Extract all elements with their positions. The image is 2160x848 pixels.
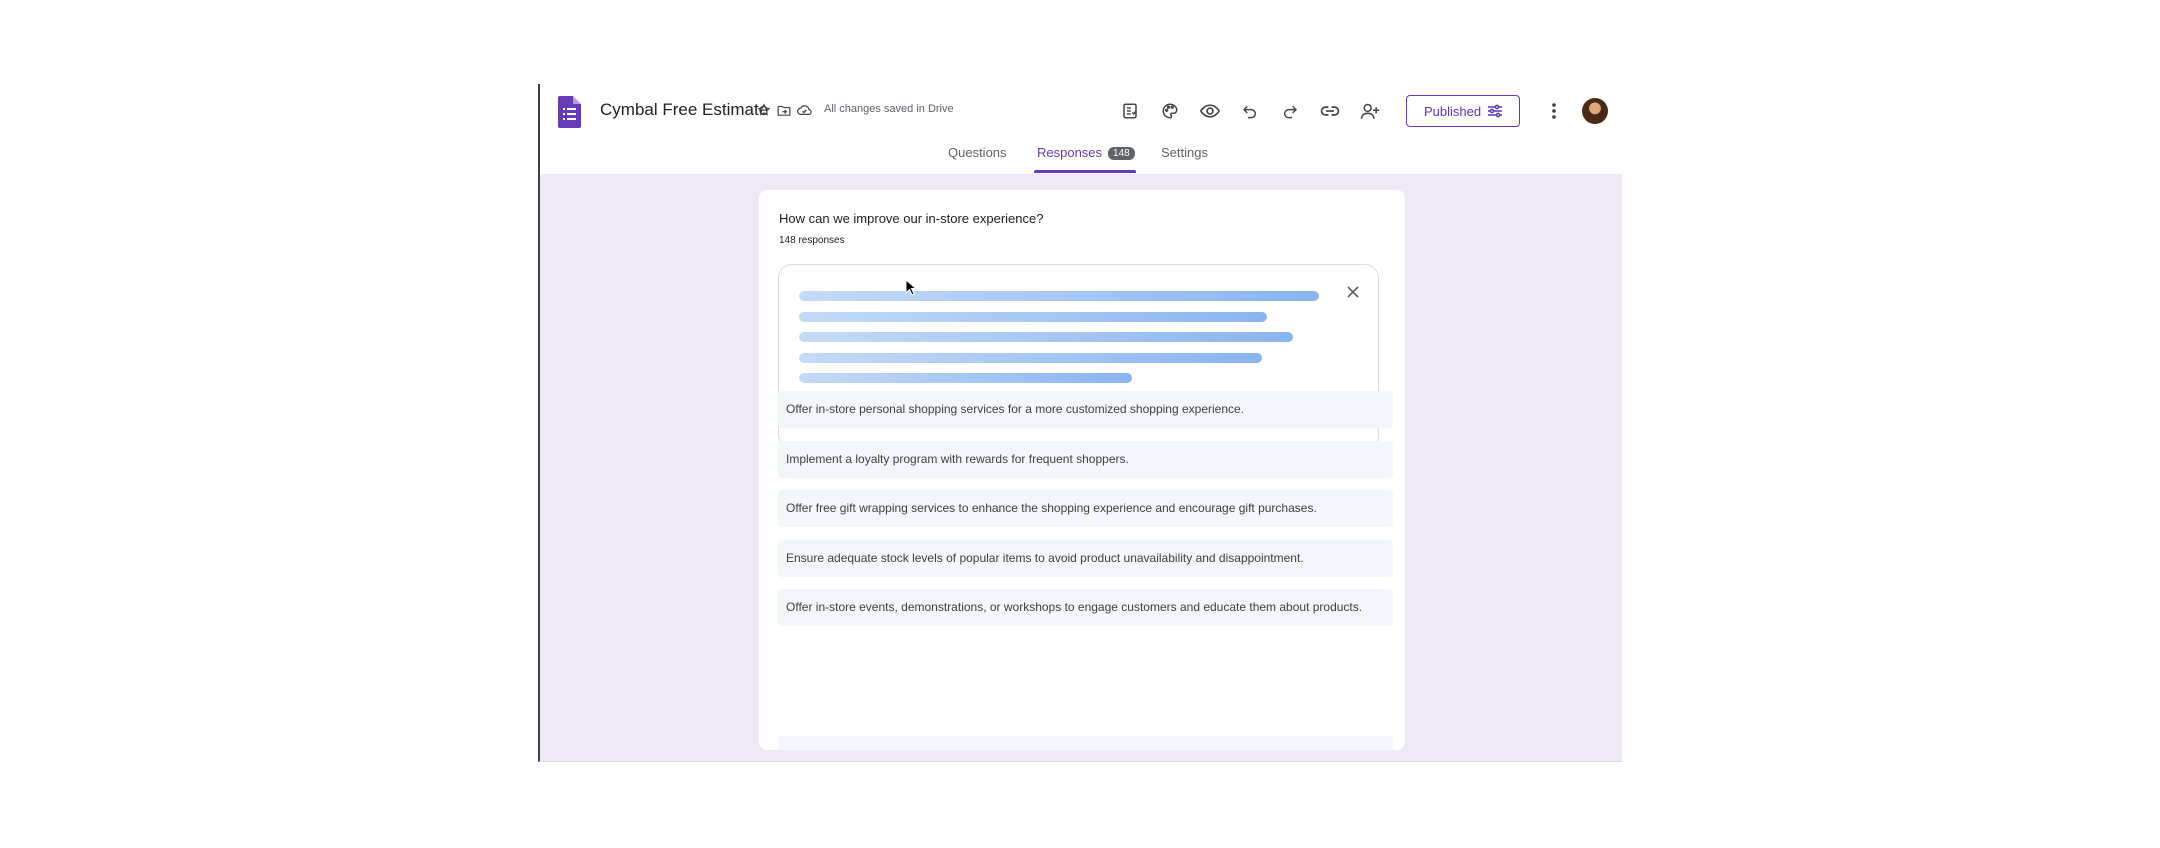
mouse-cursor-icon [905,279,918,296]
cloud-saved-icon[interactable] [795,101,813,119]
question-title: How can we improve our in-store experien… [779,211,1044,226]
skeleton-line [799,352,1262,363]
undo-icon[interactable] [1237,98,1263,124]
redo-icon[interactable] [1277,98,1303,124]
response-item-partial [778,736,1393,750]
tab-settings[interactable]: Settings [1161,145,1208,160]
more-vert-icon[interactable] [1544,98,1564,124]
response-item: Offer in-store events, demonstrations, o… [778,589,1393,626]
close-icon[interactable] [1342,281,1364,303]
save-status: All changes saved in Drive [824,103,954,115]
skeleton-line [799,332,1293,342]
forms-logo-icon[interactable] [558,96,581,128]
response-item: Ensure adequate stock levels of popular … [778,540,1393,577]
response-item: Implement a loyalty program with rewards… [778,441,1393,478]
tab-bar: Questions Responses 148 Settings [540,145,1622,174]
responses-count-badge: 148 [1108,147,1135,160]
form-title[interactable]: Cymbal Free Estimate [600,100,768,120]
skeleton-line [799,373,1132,383]
move-to-folder-icon[interactable] [775,101,793,119]
response-item: Offer free gift wrapping services to enh… [778,490,1393,527]
response-item: Offer in-store personal shopping service… [778,391,1393,428]
skeleton-line [799,291,1319,301]
skeleton-line [799,311,1267,322]
avatar[interactable] [1582,98,1608,124]
tab-questions[interactable]: Questions [948,145,1007,160]
star-icon[interactable] [755,101,773,119]
published-button-label: Published [1424,103,1482,119]
forms-app-window: Cymbal Free Estimate All changes saved i… [538,84,1622,762]
palette-icon[interactable] [1157,98,1183,124]
settings-sliders-icon [1488,104,1502,118]
link-icon[interactable] [1317,98,1343,124]
addon-icon[interactable] [1117,98,1143,124]
top-bar: Cymbal Free Estimate All changes saved i… [540,84,1622,174]
add-collaborator-icon[interactable] [1357,98,1383,124]
response-count: 148 responses [779,235,845,246]
tab-responses[interactable]: Responses 148 [1037,145,1135,160]
active-tab-indicator [1034,170,1136,173]
preview-eye-icon[interactable] [1197,98,1223,124]
question-summary-card: How can we improve our in-store experien… [759,190,1405,750]
published-button[interactable]: Published [1406,95,1520,127]
